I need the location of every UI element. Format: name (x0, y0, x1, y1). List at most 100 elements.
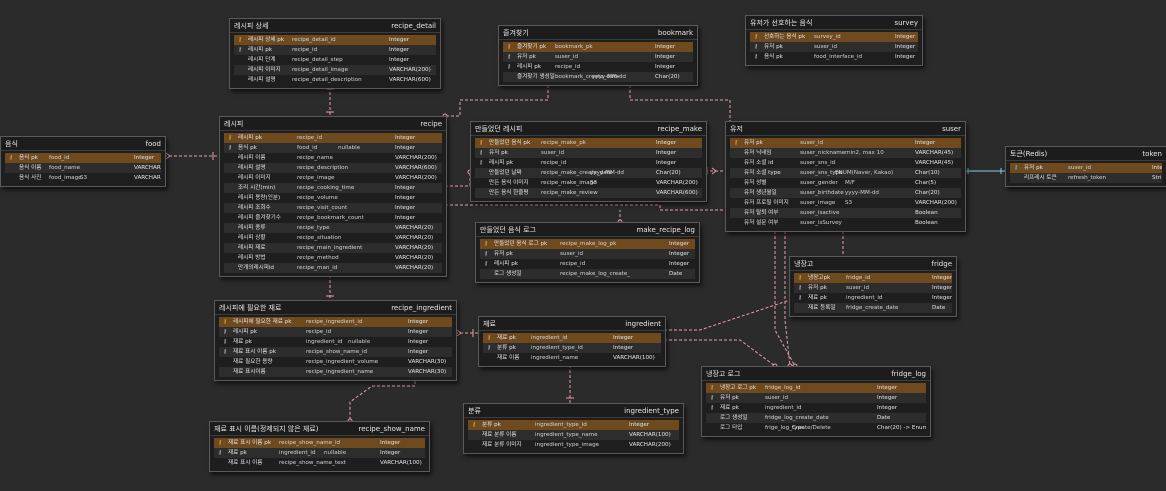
column-row[interactable]: ⚷ 분류 pk ingredient_type_id Integer (483, 343, 661, 353)
column-row[interactable]: 조리 시간(min) recipe_cooking_time Integer (224, 183, 442, 193)
table-token[interactable]: 토큰(Redis) token ⚷ 유저 pk suser_id Integer 리프레시 … (1005, 146, 1166, 187)
column-row[interactable]: 레시피 상황 recipe_situation VARCHAR(20) (224, 233, 442, 243)
column-row[interactable]: ⚷ 재료 pk ingredient_id Integer (483, 333, 661, 343)
table-fridge-log[interactable]: 냉장고 로그 fridge_log ⚷ 냉장고 로그 pk fridge_log_id I… (701, 366, 931, 437)
table-make-recipe-log[interactable]: 만들었던 음식 로그 make_recipe_log ⚷ 만들었던 음식 로그 pk r… (475, 222, 700, 283)
column-row[interactable]: ⚷ 레시피 pk recipe_id Integer (224, 133, 442, 143)
column-row[interactable]: 레시피 단계 recipe_detail_step Integer (234, 55, 436, 65)
column-logical-name: 레시피 상세 pk (248, 37, 285, 43)
link-ingr-fridge (664, 299, 791, 331)
table-recipe[interactable]: 레시피 recipe ⚷ 레시피 pk recipe_id Integer ⚷ 음식 pk fo… (219, 116, 447, 277)
column-row[interactable]: 레시피 용량(인분) recipe_volume Integer (224, 193, 442, 203)
column-row[interactable]: 레시피 조회수 recipe_visit_count Integer (224, 203, 442, 213)
column-row[interactable]: ⚷ 음식 pk food_id nullable Integer (224, 143, 442, 153)
column-row[interactable]: ⚷ 음식 pk food_interface_id Integer (750, 52, 918, 62)
column-row[interactable]: ⚷ 만들었던 음식 pk recipe_make_pk Integer (475, 138, 702, 148)
column-physical-name: ingredient_name (531, 355, 579, 361)
column-row[interactable]: 재료 분류 이름 ingredient_type_name VARCHAR(100) (468, 430, 679, 440)
column-row[interactable]: ⚷ 선호하는 음식 pk survey_id Integer (750, 32, 918, 42)
column-row[interactable]: 재료 표시 이름 recipe_show_name_text VARCHAR(100… (214, 458, 425, 468)
column-row[interactable]: 재료 분류 이미지 ingredient_type_image VARCHAR(20… (468, 440, 679, 450)
table-survey[interactable]: 유저가 선호하는 음식 survey ⚷ 선호하는 음식 pk survey_id Int… (745, 15, 923, 66)
column-row[interactable]: 리프레시 토큰 refresh_token String (1010, 173, 1162, 183)
column-row[interactable]: 재료 필요한 용량 recipe_ingredient_volume VARCHAR… (219, 357, 452, 367)
column-row[interactable]: 만들었던 날짜 recipe_make_create_date yyyy-MM-dd… (475, 168, 702, 178)
column-row[interactable]: 음식 이름 food_name VARCHAR(200) (5, 163, 161, 173)
column-type: Integer (408, 339, 429, 345)
column-row[interactable]: 레시피 재료 recipe_main_ingredient VARCHAR(20) (224, 243, 442, 253)
column-row[interactable]: 유저 닉네임 suser_nickname min2, max 10 VARCHAR(… (730, 148, 961, 158)
column-row[interactable]: ⚷ 유저 pk suser_id Integer (475, 148, 702, 158)
column-row[interactable]: ⚷ 레시피 pk recipe_id Integer (475, 158, 702, 168)
column-row[interactable]: ⚷ 유저 pk suser_id Integer (794, 283, 952, 293)
column-row[interactable]: 로그 생성일 fridge_log_create_date Date (706, 413, 926, 423)
column-type: VARCHAR(30) (408, 369, 447, 375)
column-row[interactable]: ⚷ 냉장고pk fridge_id Integer (794, 273, 952, 283)
table-fridge[interactable]: 냉장고 fridge ⚷ 냉장고pk fridge_id Integer ⚷ 유저 pk sus… (789, 256, 957, 317)
column-row[interactable]: ⚷ 유저 pk suser_id Integer (706, 393, 926, 403)
column-row[interactable]: ⚷ 재료 pk ingredient_id nullable Integer (219, 337, 452, 347)
column-physical-name: ingredient_type_name (535, 432, 598, 438)
column-row[interactable]: 레시피 즐겨찾기수 recipe_bookmark_count Integer (224, 213, 442, 223)
column-row[interactable]: 만든 음식 이미지 recipe_make_image S3 VARCHAR(200) (475, 178, 702, 188)
table-recipe-show-name[interactable]: 재료 표시 이름(정제되지 않은 재료) recipe_show_name ⚷ 재료 … (209, 421, 430, 472)
column-row[interactable]: ⚷ 즐겨찾기 pk bookmark_pk Integer (503, 42, 693, 52)
table-ingredient[interactable]: 재료 ingredient ⚷ 재료 pk ingredient_id Integer ⚷ 분… (478, 316, 666, 367)
column-row[interactable]: ⚷ 레시피에 필요한 재료 pk recipe_ingredient_id Integ… (219, 317, 452, 327)
column-row[interactable]: 레시피 이름 recipe_name VARCHAR(200) (224, 153, 442, 163)
column-row[interactable]: 유저 프로필 이미지 suser_image S3 VARCHAR(200) (730, 198, 961, 208)
column-row[interactable]: ⚷ 유저 pk suser_id Integer (503, 52, 693, 62)
column-row[interactable]: 레시피 이미지 recipe_image VARCHAR(200) (224, 173, 442, 183)
column-row[interactable]: 레시피 설명 recipe_description VARCHAR(600) (224, 163, 442, 173)
column-row[interactable]: 재료 등록일 fridge_create_date Date (794, 303, 952, 313)
column-row[interactable]: ⚷ 레시피 pk recipe_id Integer (480, 259, 695, 269)
column-row[interactable]: 레시피 방법 recipe_method VARCHAR(20) (224, 253, 442, 263)
table-food[interactable]: 음식 food ⚷ 음식 pk food_id Integer 음식 이름 food_name… (0, 136, 166, 187)
column-row[interactable]: 음식 사진food_imageS3VARCHAR(200) (5, 173, 161, 183)
column-row[interactable]: ⚷ 음식 pk food_id Integer (5, 153, 161, 163)
table-recipe-make[interactable]: 만들었던 레시피 recipe_make ⚷ 만들었던 음식 pk recipe_mak… (470, 121, 707, 202)
column-row[interactable]: 레시피 이미지 recipe_detail_image VARCHAR(200) (234, 65, 436, 75)
column-row[interactable]: ⚷ 재료 표시 이름 pk recipe_show_name_id Integer (214, 438, 425, 448)
column-row[interactable]: 로그 생성일 recipe_make_log_create_date Date (480, 269, 695, 279)
column-row[interactable]: 만든 음식 한줄평 recipe_make_review VARCHAR(600) (475, 188, 702, 198)
key-icon: ⚷ (1014, 165, 1018, 171)
column-row[interactable]: ⚷ 레시피 상세 pk recipe_detail_id Integer (234, 35, 436, 45)
column-row[interactable]: ⚷ 만들었던 음식 로그 pk recipe_make_log_pk Integer (480, 239, 695, 249)
column-row[interactable]: 재료 이름 ingredient_name VARCHAR(100) (483, 353, 661, 363)
column-row[interactable]: 즐겨찾기 생성일 bookmark_create_date yyyy-MM-dd Ch… (503, 72, 693, 82)
column-row[interactable]: 유저 탈퇴 여부 suser_isactive Boolean (730, 208, 961, 218)
column-row[interactable]: ⚷ 냉장고 로그 pk fridge_log_id Integer (706, 383, 926, 393)
column-row[interactable]: 유저 설문 여부 suser_isSurvey Boolean (730, 218, 961, 228)
column-row[interactable]: 유저 소셜 id suser_sns_id VARCHAR(45) (730, 158, 961, 168)
column-row[interactable]: ⚷ 재료 pk ingredient_id Integer (706, 403, 926, 413)
column-row[interactable]: ⚷ 유저 pk suser_id Integer (480, 249, 695, 259)
table-header: 레시피 상세 recipe_detail (230, 19, 440, 33)
column-row[interactable]: ⚷ 레시피 pk recipe_id Integer (234, 45, 436, 55)
column-row[interactable]: 재료 표시이름 recipe_ingredient_name VARCHAR(30) (219, 367, 452, 377)
column-row[interactable]: ⚷ 유저 pk suser_id Integer (730, 138, 961, 148)
column-row[interactable]: ⚷ 유저 pk suser_id Integer (750, 42, 918, 52)
column-row[interactable]: ⚷ 유저 pk suser_id Integer (1010, 163, 1162, 173)
column-row[interactable]: 로그 타입 frige_log_type Create/Delete Char(20)… (706, 423, 926, 433)
column-row[interactable]: 만개의레시피id recipe_man_id VARCHAR(20) (224, 263, 442, 273)
column-row[interactable]: 유저 소셜 type suser_sns_type ENUM(Naver, Kaka… (730, 168, 961, 178)
table-recipe-ingredient[interactable]: 레시피에 필요한 재료 recipe_ingredient ⚷ 레시피에 필요한 재료… (214, 300, 457, 381)
table-ingredient-type[interactable]: 분류 ingredient_type ⚷ 분류 pk ingredient_type_i… (463, 403, 684, 454)
column-row[interactable]: ⚷ 레시피 pk recipe_id Integer (503, 62, 693, 72)
column-row[interactable]: ⚷ 분류 pk ingredient_type_id Integer (468, 420, 679, 430)
column-row[interactable]: 레시피 설명 recipe_detail_description VARCHAR(6… (234, 75, 436, 85)
column-row[interactable]: ⚷ 레시피 pk recipe_id Integer (219, 327, 452, 337)
table-bookmark[interactable]: 즐겨찾기 bookmark ⚷ 즐겨찾기 pk bookmark_pk Integer ⚷ 유… (498, 25, 698, 86)
column-row[interactable]: 레시피 종류 recipe_type VARCHAR(20) (224, 223, 442, 233)
column-row[interactable]: 유저 성별 suser_gender M/F Char(5) (730, 178, 961, 188)
column-row[interactable]: 유저 생년월일 suser_birthdate yyyy-MM-dd Char(20) (730, 188, 961, 198)
column-default: yyyy-MM-dd (590, 170, 624, 176)
column-row[interactable]: ⚷ 재료 표시 이름 pk recipe_show_name_id Integer (219, 347, 452, 357)
table-suser[interactable]: 유저 suser ⚷ 유저 pk suser_id Integer 유저 닉네임 suser_… (725, 121, 966, 232)
key-icon: ⚷ (238, 47, 242, 53)
column-physical-name: recipe_id (292, 47, 318, 53)
column-row[interactable]: ⚷ 재료 pk ingredient_id nullable Integer (214, 448, 425, 458)
column-row[interactable]: ⚷ 재료 pk ingredient_id Integer (794, 293, 952, 303)
table-recipe-detail[interactable]: 레시피 상세 recipe_detail ⚷ 레시피 상세 pk recipe_deta… (229, 18, 441, 89)
